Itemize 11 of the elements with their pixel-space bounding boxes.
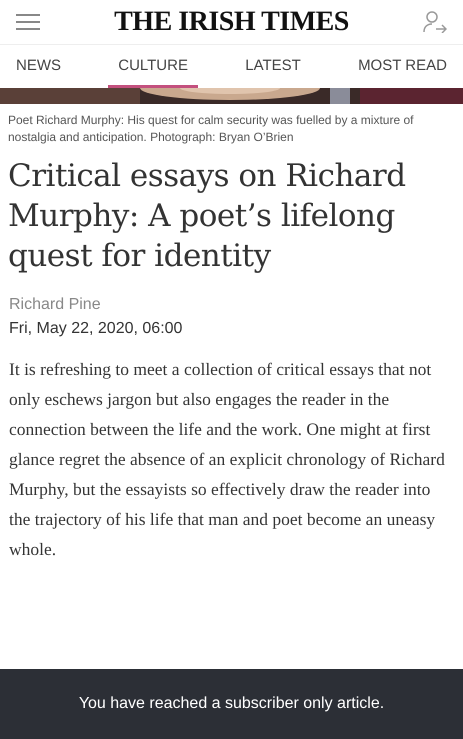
paywall-message: You have reached a subscriber only article. (78, 695, 384, 713)
menu-icon[interactable] (16, 14, 40, 30)
publish-date: Fri, May 22, 2020, 06:00 (9, 320, 184, 338)
article-headline: Critical essays on Richard Murphy: A poet’s lifelong quest for identity (8, 157, 407, 276)
user-icon[interactable] (423, 11, 447, 33)
nav-tab[interactable]: MOST READ (348, 45, 457, 88)
photo-caption: Poet Richard Murphy: His quest for calm security was fuelled by a mixture of nostalgia and anticipation. Photograph: Bryan O’Brien (8, 112, 414, 146)
nav-tab[interactable]: NEWS (6, 45, 71, 88)
nav-tab[interactable]: LATEST (235, 45, 311, 88)
author-link[interactable]: Richard Pine (9, 296, 454, 314)
site-logo[interactable]: THE IRISH TIMES (114, 6, 349, 38)
